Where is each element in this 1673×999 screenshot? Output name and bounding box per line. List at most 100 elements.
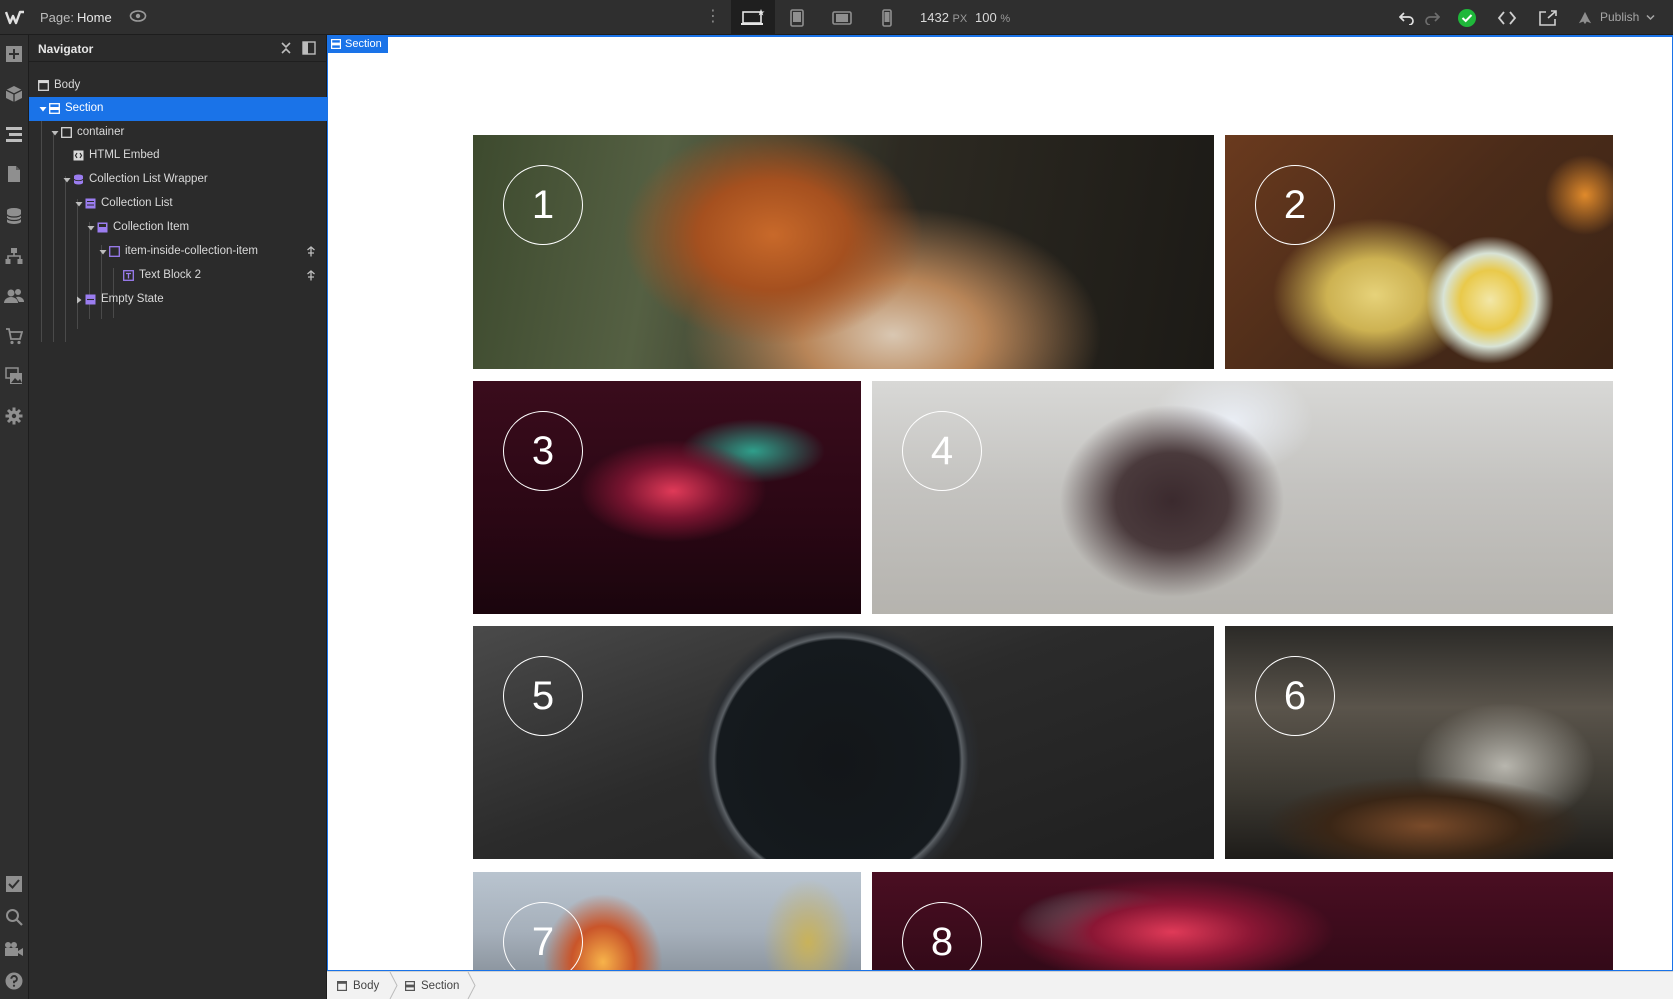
tree-item-label: Collection List Wrapper	[89, 173, 208, 185]
collapse-all-icon[interactable]	[279, 41, 293, 55]
zoom-value: 100	[975, 10, 997, 25]
breadcrumb-body[interactable]: Body	[337, 972, 379, 999]
breadcrumb-separator	[389, 972, 398, 999]
publish-button[interactable]: Publish	[1600, 10, 1655, 24]
zoom-readout[interactable]: 100 %	[975, 10, 1010, 25]
body-element-icon	[337, 980, 347, 991]
add-panel-button[interactable]	[3, 43, 25, 65]
assets-button[interactable]	[3, 365, 25, 387]
help-button[interactable]	[3, 970, 25, 992]
undo-icon[interactable]	[1397, 8, 1417, 28]
share-icon[interactable]	[1538, 8, 1558, 28]
collection-item-icon	[97, 222, 108, 233]
breadcrumb-section[interactable]: Section	[405, 972, 459, 999]
webflow-logo-icon[interactable]	[5, 8, 25, 26]
selected-element-label: Section	[345, 38, 382, 50]
body-element-icon	[38, 80, 49, 91]
gallery-tile-8[interactable]: 8	[872, 872, 1613, 971]
tree-item-collection-list-wrapper[interactable]: Collection List Wrapper	[29, 168, 327, 192]
preview-eye-icon[interactable]	[129, 9, 147, 23]
caret-down-icon[interactable]	[39, 105, 47, 113]
video-camera-icon	[5, 942, 23, 956]
search-button[interactable]	[3, 906, 25, 928]
ecommerce-button[interactable]	[3, 325, 25, 347]
users-icon	[4, 289, 24, 303]
device-landscape-button[interactable]	[820, 0, 864, 35]
tree-item-label: Empty State	[101, 293, 164, 305]
navigator-icon	[6, 127, 22, 142]
caret-down-icon[interactable]	[99, 248, 107, 256]
canvas-width-unit: PX	[952, 13, 968, 25]
database-icon	[6, 208, 22, 224]
page-selector[interactable]: Home	[77, 10, 112, 25]
tree-item-text-block-2[interactable]: Text Block 2	[29, 264, 327, 288]
mobile-portrait-icon	[882, 8, 892, 27]
more-options-icon[interactable]: ⋮	[705, 7, 721, 27]
checkbox-icon	[6, 876, 22, 892]
device-desktop-button[interactable]	[731, 0, 775, 35]
publish-rocket-icon	[1578, 8, 1592, 28]
help-icon	[5, 972, 23, 990]
tile-number-badge: 5	[503, 656, 583, 736]
cube-icon	[5, 86, 23, 102]
desktop-icon	[741, 8, 765, 25]
tile-number-badge: 7	[503, 902, 583, 971]
tree-item-container[interactable]: container	[29, 121, 327, 145]
page-label: Page:	[40, 10, 74, 25]
designer-canvas[interactable]: 1 2 3 4 5 6 7 8 Section	[327, 35, 1673, 971]
search-icon	[6, 909, 23, 926]
add-icon	[6, 46, 22, 62]
caret-down-icon[interactable]	[75, 200, 83, 208]
redo-icon[interactable]	[1422, 8, 1442, 28]
tree-item-empty-state[interactable]: Empty State	[29, 288, 327, 312]
caret-down-icon[interactable]	[87, 224, 95, 232]
breadcrumb-label: Body	[353, 979, 380, 992]
canvas-width-readout[interactable]: 1432 PX	[920, 10, 967, 25]
tree-item-label: Body	[54, 79, 81, 91]
flow-icon	[5, 248, 23, 264]
collection-wrapper-icon	[73, 174, 84, 185]
gallery-tile-4[interactable]: 4	[872, 381, 1613, 614]
tree-item-body[interactable]: Body	[29, 74, 327, 98]
section-element-icon	[49, 103, 60, 114]
tile-number-badge: 3	[503, 411, 583, 491]
gallery-tile-6[interactable]: 6	[1225, 626, 1613, 859]
publish-label: Publish	[1600, 10, 1640, 24]
gallery-tile-2[interactable]: 2	[1225, 135, 1613, 369]
section-element-icon	[405, 980, 415, 991]
gallery-tile-1[interactable]: 1	[473, 135, 1214, 369]
pages-button[interactable]	[3, 163, 25, 185]
users-button[interactable]	[3, 285, 25, 307]
gallery-tile-7[interactable]: 7	[473, 872, 861, 971]
logic-button[interactable]	[3, 245, 25, 267]
device-portrait-button[interactable]	[865, 0, 909, 35]
tree-item-collection-list[interactable]: Collection List	[29, 192, 327, 216]
symbols-button[interactable]	[3, 83, 25, 105]
navigator-title: Navigator	[38, 42, 94, 56]
audit-button[interactable]	[3, 873, 25, 895]
video-button[interactable]	[3, 938, 25, 960]
caret-down-icon[interactable]	[63, 176, 71, 184]
collection-list-icon	[85, 198, 96, 209]
status-check-icon[interactable]	[1457, 8, 1477, 28]
caret-right-icon[interactable]	[75, 296, 83, 304]
code-export-icon[interactable]	[1497, 8, 1517, 28]
cms-bound-pin-icon	[307, 246, 315, 257]
tree-item-collection-item[interactable]: Collection Item	[29, 216, 327, 240]
selected-element-tag[interactable]: Section	[327, 35, 388, 53]
zoom-unit: %	[1000, 13, 1011, 25]
tree-item-html-embed[interactable]: HTML Embed	[29, 144, 327, 168]
navigator-button[interactable]	[3, 123, 25, 145]
caret-down-icon[interactable]	[51, 129, 59, 137]
device-tablet-button[interactable]	[775, 0, 819, 35]
tree-item-inside-collection-item[interactable]: item-inside-collection-item	[29, 240, 327, 264]
gallery-tile-5[interactable]: 5	[473, 626, 1214, 859]
gallery-tile-3[interactable]: 3	[473, 381, 861, 614]
left-toolbar	[0, 35, 29, 999]
settings-button[interactable]	[3, 405, 25, 427]
cms-bound-pin-icon	[307, 270, 315, 281]
dock-panel-icon[interactable]	[302, 41, 316, 55]
navigator-header: Navigator	[29, 35, 326, 62]
tree-item-section[interactable]: Section	[29, 97, 327, 121]
cms-button[interactable]	[3, 205, 25, 227]
